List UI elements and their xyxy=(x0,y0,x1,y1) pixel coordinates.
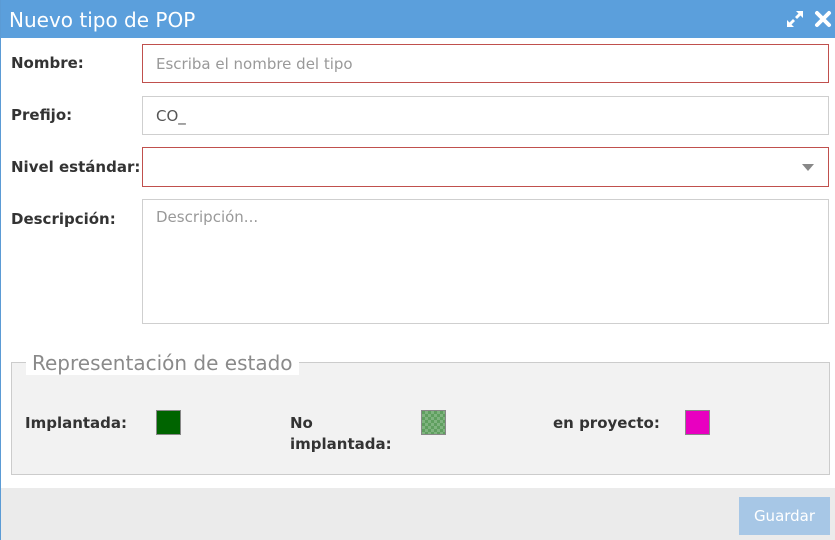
close-icon[interactable] xyxy=(813,9,833,29)
no-implantada-color-swatch[interactable] xyxy=(421,410,446,435)
estado-legend: Representación de estado xyxy=(26,351,299,375)
estado-fieldset: Representación de estado Implantada: No … xyxy=(11,351,830,475)
no-implantada-label-1: No xyxy=(290,414,313,432)
expand-icon[interactable] xyxy=(785,9,805,29)
dialog-footer: Guardar xyxy=(1,488,835,540)
en-proyecto-label: en proyecto: xyxy=(553,414,660,432)
dialog-titlebar: Nuevo tipo de POP xyxy=(1,0,835,38)
en-proyecto-color-swatch[interactable] xyxy=(685,410,710,435)
descripcion-label: Descripción: xyxy=(11,210,116,228)
no-implantada-label-2: implantada: xyxy=(290,435,392,453)
implantada-color-swatch[interactable] xyxy=(156,410,181,435)
save-button[interactable]: Guardar xyxy=(739,497,830,535)
new-pop-type-dialog: Nuevo tipo de POP Nombre: Prefijo: Nivel… xyxy=(0,0,835,540)
nombre-input[interactable] xyxy=(142,44,829,83)
prefijo-label: Prefijo: xyxy=(11,106,73,124)
nivel-estandar-select[interactable] xyxy=(142,147,829,187)
dialog-title: Nuevo tipo de POP xyxy=(9,8,196,32)
prefijo-input[interactable] xyxy=(142,96,829,135)
nivel-estandar-label: Nivel estándar: xyxy=(11,158,141,176)
nombre-label: Nombre: xyxy=(11,54,84,72)
chevron-down-icon[interactable] xyxy=(802,164,814,171)
implantada-label: Implantada: xyxy=(25,414,128,432)
descripcion-textarea[interactable] xyxy=(142,199,829,324)
